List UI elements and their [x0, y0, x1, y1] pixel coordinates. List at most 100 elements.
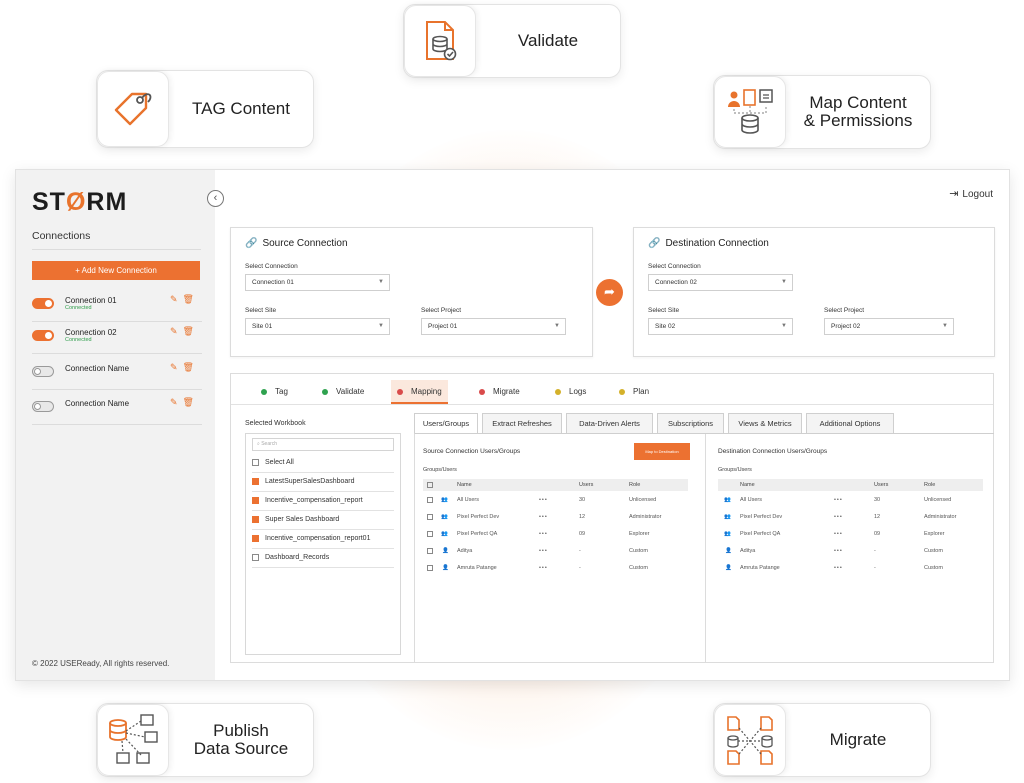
workbook-item[interactable]: Super Sales Dashboard	[252, 511, 394, 530]
edit-icon[interactable]: ✎	[170, 294, 183, 304]
row-checkbox[interactable]	[427, 509, 433, 525]
row-checkbox[interactable]	[427, 560, 433, 576]
more-icon[interactable]: •••	[834, 560, 843, 576]
row-role: Administrator	[924, 514, 957, 520]
table-row[interactable]: 👥 All Users ••• 30 Unlicensed	[423, 492, 688, 508]
checkbox[interactable]	[252, 553, 259, 561]
map-to-destination-button[interactable]: Map to Destination	[634, 443, 690, 460]
workbook-item[interactable]: Dashboard_Records	[252, 549, 394, 568]
more-icon[interactable]: •••	[539, 543, 548, 559]
workbook-search-input[interactable]: ⌕ Search	[252, 438, 394, 451]
workbook-item[interactable]: LatestSuperSalesDashboard	[252, 473, 394, 492]
edit-icon[interactable]: ✎	[170, 362, 183, 372]
table-row[interactable]: 👥 Pixel Perfect QA ••• 09 Explorer	[423, 526, 688, 542]
trash-icon[interactable]: 🗑	[183, 326, 199, 336]
transfer-arrow-button[interactable]: ➦	[596, 279, 623, 306]
row-checkbox[interactable]	[427, 526, 433, 542]
tab-users-groups[interactable]: Users/Groups	[414, 413, 478, 434]
workbook-label: Incentive_compensation_report01	[265, 535, 371, 542]
row-role: Administrator	[629, 514, 662, 520]
row-name: Pixel Perfect Dev	[740, 514, 783, 520]
table-row[interactable]: 👥 Pixel Perfect QA ••• 09 Explorer	[718, 526, 983, 542]
more-icon[interactable]: •••	[834, 526, 843, 542]
row-checkbox[interactable]	[427, 543, 433, 559]
tab-label: Mapping	[411, 387, 442, 396]
row-role: Custom	[629, 548, 648, 554]
more-icon[interactable]: •••	[834, 509, 843, 525]
table-row[interactable]: 👥 Pixel Perfect Dev ••• 12 Administrator	[423, 509, 688, 525]
workbook-item[interactable]: Incentive_compensation_report	[252, 492, 394, 511]
edit-icon[interactable]: ✎	[170, 397, 183, 407]
select-value: Connection 02	[655, 279, 697, 286]
workbook-item[interactable]: Select All	[252, 454, 394, 473]
connection-item[interactable]: Connection Name ✎🗑	[32, 358, 202, 390]
table-row[interactable]: 👥 Pixel Perfect Dev ••• 12 Administrator	[718, 509, 983, 525]
select-value: Connection 01	[252, 279, 294, 286]
select-all-checkbox[interactable]	[427, 479, 433, 491]
trash-icon[interactable]: 🗑	[183, 294, 199, 304]
row-checkbox[interactable]	[427, 492, 433, 508]
more-icon[interactable]: •••	[834, 492, 843, 508]
source-project-select[interactable]: Project 01 ▼	[421, 318, 566, 335]
tab-validate[interactable]: Validate	[316, 380, 370, 404]
connection-toggle[interactable]	[32, 366, 54, 377]
checkbox[interactable]	[252, 515, 259, 523]
connection-toggle[interactable]	[32, 401, 54, 412]
checkbox[interactable]	[252, 477, 259, 485]
connection-toggle[interactable]	[32, 298, 54, 309]
trash-icon[interactable]: 🗑	[183, 397, 199, 407]
checkbox[interactable]	[252, 534, 259, 542]
more-icon[interactable]: •••	[539, 526, 548, 542]
edit-icon[interactable]: ✎	[170, 326, 183, 336]
trash-icon[interactable]: 🗑	[183, 362, 199, 372]
destination-project-select[interactable]: Project 02 ▼	[824, 318, 954, 335]
table-row[interactable]: 👤 Amruta Patange ••• - Custom	[718, 560, 983, 576]
workbook-label: LatestSuperSalesDashboard	[265, 478, 355, 485]
tab-subscriptions[interactable]: Subscriptions	[657, 413, 724, 433]
destination-site-select[interactable]: Site 02 ▼	[648, 318, 793, 335]
tab-views-metrics[interactable]: Views & Metrics	[728, 413, 802, 433]
tab-mapping[interactable]: Mapping	[391, 380, 448, 404]
tab-additional-options[interactable]: Additional Options	[806, 413, 894, 433]
source-users-title: Source Connection Users/Groups	[423, 448, 521, 455]
connection-item[interactable]: Connection Name ✎🗑	[32, 393, 202, 425]
table-row[interactable]: 👤 Aditya ••• - Custom	[718, 543, 983, 559]
connection-name: Connection 01	[65, 296, 117, 305]
row-users: -	[874, 548, 876, 554]
sidebar: STØRM Connections + Add New Connection C…	[16, 170, 215, 680]
connection-item[interactable]: Connection 01 Connected ✎🗑	[32, 290, 202, 322]
table-row[interactable]: 👤 Aditya ••• - Custom	[423, 543, 688, 559]
connection-name: Connection Name	[65, 364, 130, 373]
tab-logs[interactable]: Logs	[549, 380, 592, 404]
copyright: © 2022 USEReady, All rights reserved.	[32, 659, 170, 668]
row-role: Unlicensed	[924, 497, 952, 503]
workbook-item[interactable]: Incentive_compensation_report01	[252, 530, 394, 549]
collapse-sidebar-button[interactable]: ‹	[207, 190, 224, 207]
table-row[interactable]: 👤 Amruta Patange ••• - Custom	[423, 560, 688, 576]
more-icon[interactable]: •••	[539, 492, 548, 508]
map-label: Map Content & Permissions	[786, 94, 930, 130]
source-connection-select[interactable]: Connection 01 ▼	[245, 274, 390, 291]
status-dot	[397, 388, 403, 395]
tab-tag[interactable]: Tag	[255, 380, 294, 404]
checkbox[interactable]	[252, 458, 259, 466]
tab-plan[interactable]: Plan	[613, 380, 655, 404]
tab-migrate[interactable]: Migrate	[473, 380, 526, 404]
more-icon[interactable]: •••	[539, 560, 548, 576]
connection-toggle[interactable]	[32, 330, 54, 341]
connections-title: Connections	[32, 230, 91, 242]
more-icon[interactable]: •••	[834, 543, 843, 559]
checkbox[interactable]	[252, 496, 259, 504]
connection-item[interactable]: Connection 02 Connected ✎🗑	[32, 322, 202, 354]
tab-data-driven-alerts[interactable]: Data-Driven Alerts	[566, 413, 653, 433]
add-connection-button[interactable]: + Add New Connection	[32, 261, 200, 280]
column-header: Name	[740, 482, 755, 488]
more-icon[interactable]: •••	[539, 509, 548, 525]
logout-button[interactable]: ⇥ Logout	[949, 187, 993, 200]
tab-extract-refreshes[interactable]: Extract Refreshes	[482, 413, 562, 433]
destination-connection-select[interactable]: Connection 02 ▼	[648, 274, 793, 291]
row-users: 12	[579, 514, 586, 520]
tag-card: TAG Content	[96, 70, 314, 148]
table-row[interactable]: 👥 All Users ••• 30 Unlicensed	[718, 492, 983, 508]
source-site-select[interactable]: Site 01 ▼	[245, 318, 390, 335]
